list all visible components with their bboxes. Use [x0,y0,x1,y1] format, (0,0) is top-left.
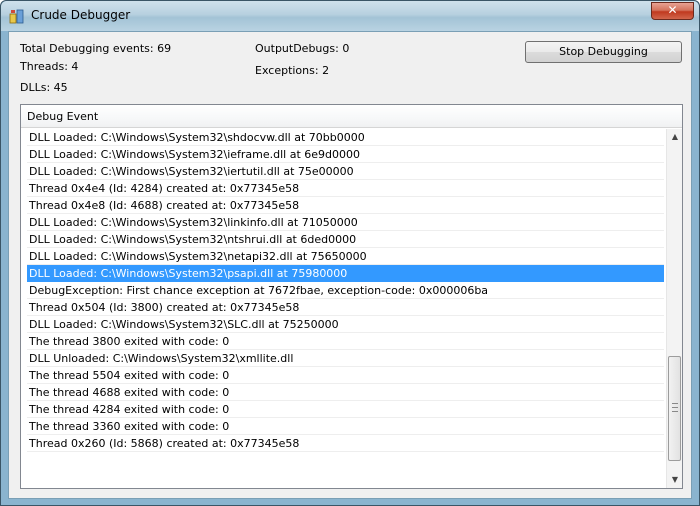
window-title: Crude Debugger [31,8,131,22]
column-header-label: Debug Event [27,110,99,123]
list-item-text: DLL Loaded: C:\Windows\System32\iertutil… [29,165,354,178]
list-item[interactable]: DLL Loaded: C:\Windows\System32\ieframe.… [27,146,664,163]
close-button[interactable]: ✕ [651,2,694,20]
list-item-text: Thread 0x4e8 (Id: 4688) created at: 0x77… [29,199,300,212]
list-item[interactable]: The thread 4284 exited with code: 0 [27,401,664,418]
list-item[interactable]: Thread 0x4e8 (Id: 4688) created at: 0x77… [27,197,664,214]
close-icon: ✕ [667,3,678,17]
list-item-text: The thread 4688 exited with code: 0 [29,386,230,399]
list-item[interactable]: The thread 3360 exited with code: 0 [27,418,664,435]
client-area: Total Debugging events: 69 Threads: 4 DL… [8,31,692,499]
debug-event-list[interactable]: Debug Event DLL Loaded: C:\Windows\Syste… [20,104,683,489]
list-item[interactable]: DLL Loaded: C:\Windows\System32\netapi32… [27,248,664,265]
list-item-text: DLL Loaded: C:\Windows\System32\netapi32… [29,250,367,263]
list-item-text: DebugException: First chance exception a… [29,284,489,297]
scroll-up-button[interactable]: ▲ [667,129,683,145]
list-item-text: DLL Loaded: C:\Windows\System32\linkinfo… [29,216,358,229]
list-item[interactable]: DLL Unloaded: C:\Windows\System32\xmllit… [27,350,664,367]
list-item-text: DLL Loaded: C:\Windows\System32\SLC.dll … [29,318,339,331]
output-debugs-label: OutputDebugs: 0 [255,42,350,55]
list-item-text: The thread 5504 exited with code: 0 [29,369,230,382]
list-item-text: Thread 0x504 (Id: 3800) created at: 0x77… [29,301,300,314]
title-bar[interactable]: Crude Debugger ✕ [1,1,699,31]
list-item[interactable]: DLL Loaded: C:\Windows\System32\SLC.dll … [27,316,664,333]
total-events-label: Total Debugging events: 69 [20,42,172,55]
list-item-text: DLL Loaded: C:\Windows\System32\ieframe.… [29,148,361,161]
list-item-text: DLL Unloaded: C:\Windows\System32\xmllit… [29,352,294,365]
event-rows: DLL Loaded: C:\Windows\System32\shdocvw.… [27,129,664,484]
list-item-text: Thread 0x4e4 (Id: 4284) created at: 0x77… [29,182,300,195]
list-item-text: The thread 3360 exited with code: 0 [29,420,230,433]
list-item[interactable]: DebugException: First chance exception a… [27,282,664,299]
threads-label: Threads: 4 [20,60,79,73]
debugger-window: Crude Debugger ✕ Total Debugging events:… [0,0,700,506]
list-item[interactable]: DLL Loaded: C:\Windows\System32\linkinfo… [27,214,664,231]
vertical-scrollbar[interactable]: ▲ ▼ [666,129,682,488]
stop-debugging-button[interactable]: Stop Debugging [525,41,682,63]
list-item-text: DLL Loaded: C:\Windows\System32\ntshrui.… [29,233,357,246]
list-item-text: Thread 0x260 (Id: 5868) created at: 0x77… [29,437,300,450]
exceptions-label: Exceptions: 2 [255,64,330,77]
list-item-text: DLL Loaded: C:\Windows\System32\shdocvw.… [29,131,365,144]
list-item[interactable]: DLL Loaded: C:\Windows\System32\shdocvw.… [27,129,664,146]
list-item[interactable]: The thread 4688 exited with code: 0 [27,384,664,401]
list-item-text: DLL Loaded: C:\Windows\System32\psapi.dl… [29,267,348,280]
scroll-thumb[interactable] [668,356,681,461]
list-item-text: The thread 4284 exited with code: 0 [29,403,230,416]
list-item[interactable]: The thread 5504 exited with code: 0 [27,367,664,384]
list-item-text: The thread 3800 exited with code: 0 [29,335,230,348]
list-item[interactable]: DLL Loaded: C:\Windows\System32\iertutil… [27,163,664,180]
list-item[interactable]: Thread 0x260 (Id: 5868) created at: 0x77… [27,435,664,452]
scroll-down-icon: ▼ [671,475,679,484]
dlls-label: DLLs: 45 [20,81,68,94]
list-item[interactable]: Thread 0x4e4 (Id: 4284) created at: 0x77… [27,180,664,197]
column-header-debug-event[interactable]: Debug Event [21,105,682,128]
list-item[interactable]: Thread 0x504 (Id: 3800) created at: 0x77… [27,299,664,316]
scroll-down-button[interactable]: ▼ [667,472,683,488]
grip-icon [672,403,678,412]
list-item[interactable]: The thread 3800 exited with code: 0 [27,333,664,350]
scroll-up-icon: ▲ [671,132,679,141]
app-icon [9,9,24,24]
list-item[interactable]: DLL Loaded: C:\Windows\System32\ntshrui.… [27,231,664,248]
list-item[interactable]: DLL Loaded: C:\Windows\System32\psapi.dl… [27,265,664,282]
